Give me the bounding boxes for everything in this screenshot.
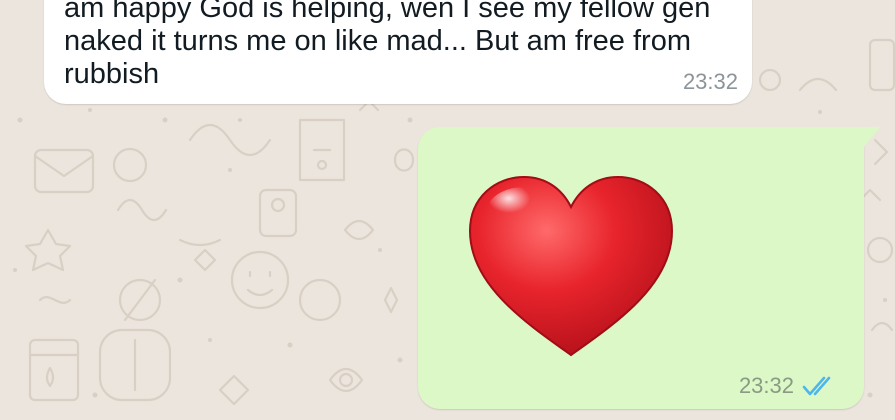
heart-icon (468, 175, 674, 357)
double-tick-read-icon (802, 376, 831, 396)
outgoing-message-meta: 23:32 (739, 373, 838, 399)
outgoing-message-bubble[interactable]: 23:32 (418, 127, 880, 409)
incoming-message-time: 23:32 (682, 69, 738, 94)
incoming-message-text: am happy God is helping, wen I see my fe… (64, 0, 711, 90)
outgoing-message-time: 23:32 (738, 373, 794, 398)
incoming-message-bubble[interactable]: am happy God is helping, wen I see my fe… (44, 0, 752, 104)
bubble-tail (864, 127, 880, 147)
red-heart-emoji (466, 173, 676, 363)
